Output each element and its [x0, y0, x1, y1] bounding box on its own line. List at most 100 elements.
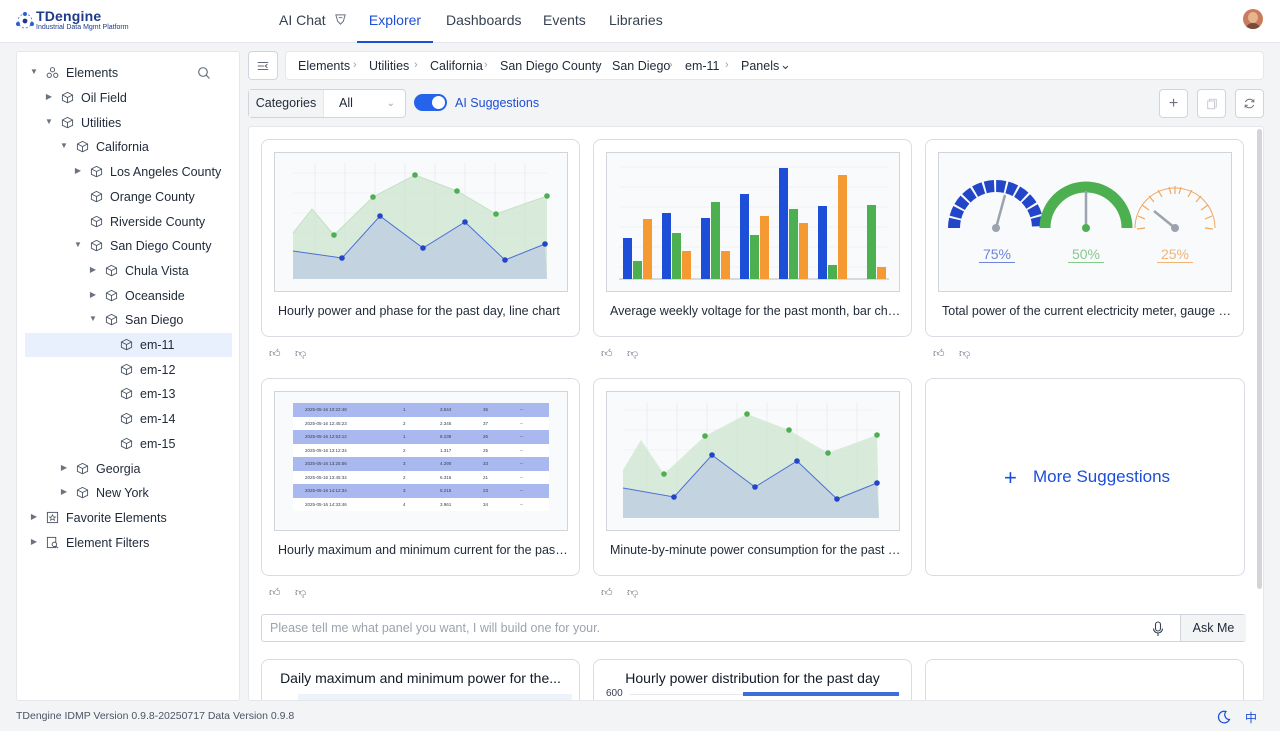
breadcrumb-item-san-diego[interactable]: San Diego: [612, 59, 670, 73]
caret-down-icon[interactable]: ▼: [88, 314, 98, 324]
caret-right-icon[interactable]: ▶: [44, 92, 54, 102]
tree-item-orange-county[interactable]: Orange County: [25, 185, 232, 209]
tree-item-georgia[interactable]: ▶ Georgia: [25, 457, 232, 481]
vertical-scrollbar[interactable]: [1257, 129, 1262, 589]
tree-label: em-11: [140, 338, 175, 352]
suggestion-card-gauge-chart[interactable]: 75% 50% 25% Total power of the current e…: [925, 139, 1244, 337]
caret-down-icon[interactable]: ▼: [44, 117, 54, 127]
breadcrumb-item-utilities[interactable]: Utilities: [369, 59, 409, 73]
caret-right-icon[interactable]: ▶: [59, 463, 69, 473]
breadcrumb-item-elements[interactable]: Elements: [298, 59, 350, 73]
tree-item-california[interactable]: ▼ California: [25, 135, 232, 159]
microphone-icon[interactable]: [1152, 621, 1164, 637]
nav-tab-ai-chat[interactable]: AI Chat: [279, 0, 347, 43]
ask-panel-input[interactable]: [262, 615, 1180, 641]
table-preview-row: 2025-05-16 14:33:46 4 3.961 34 --: [293, 497, 549, 511]
thumbs-up-icon[interactable]: 👍︎: [269, 347, 283, 361]
refresh-button[interactable]: [1235, 89, 1264, 118]
suggestion-card-peek-1[interactable]: Daily maximum and minimum power for the.…: [261, 659, 580, 700]
nav-tab-events[interactable]: Events: [543, 0, 586, 43]
suggestion-card-line-chart[interactable]: Hourly power and phase for the past day,…: [261, 139, 580, 337]
suggestion-card-peek-2[interactable]: Hourly power distribution for the past d…: [593, 659, 912, 700]
caret-right-icon[interactable]: ▶: [88, 290, 98, 300]
category-filter[interactable]: Categories All ⌄: [248, 89, 406, 118]
copy-button[interactable]: [1197, 89, 1226, 118]
thumbs-down-icon[interactable]: 👎︎: [627, 347, 641, 361]
chevron-right-icon: ›: [484, 59, 488, 71]
add-panel-button[interactable]: +: [1159, 89, 1188, 118]
nav-tab-libraries[interactable]: Libraries: [609, 0, 663, 43]
tree-label: em-14: [140, 412, 176, 427]
nav-tab-label: Libraries: [609, 12, 663, 28]
gauge-chart-thumbnail: 75% 50% 25%: [938, 152, 1232, 292]
more-suggestions-button[interactable]: + More Suggestions: [925, 378, 1245, 576]
breadcrumb-item-panels[interactable]: Panels: [741, 59, 779, 73]
category-select[interactable]: All ⌄: [325, 90, 405, 117]
thumbs-up-icon[interactable]: 👍︎: [601, 586, 615, 600]
tree-item-chula-vista[interactable]: ▶ Chula Vista: [25, 259, 232, 283]
tree-item-riverside-county[interactable]: Riverside County: [25, 210, 232, 234]
caret-down-icon[interactable]: ▼: [29, 67, 39, 77]
breadcrumb-item-san-diego-county[interactable]: San Diego County: [500, 59, 601, 73]
tree-item-utilities[interactable]: ▼ Utilities: [25, 111, 232, 135]
caret-down-icon[interactable]: ▼: [59, 141, 69, 151]
caret-right-icon[interactable]: ▶: [59, 487, 69, 497]
ask-me-button[interactable]: Ask Me: [1180, 615, 1246, 641]
suggestion-card-peek-3[interactable]: [925, 659, 1244, 700]
tree-item-em-13[interactable]: em-13: [25, 382, 232, 406]
collapse-sidebar-button[interactable]: [248, 51, 278, 80]
tree-item-san-diego-county[interactable]: ▼ San Diego County: [25, 234, 232, 258]
tree-favorite-elements[interactable]: ▶ Favorite Elements: [25, 506, 232, 530]
tree-item-em-11[interactable]: em-11: [25, 333, 232, 357]
breadcrumb-item-california[interactable]: California: [430, 59, 483, 73]
nav-tab-label: Events: [543, 12, 586, 28]
tree-item-em-12[interactable]: em-12: [25, 358, 232, 382]
tree-item-los-angeles-county[interactable]: ▶ Los Angeles County: [25, 160, 232, 184]
tree-label: San Diego: [125, 313, 184, 328]
tree-item-em-14[interactable]: em-14: [25, 407, 232, 431]
tree-item-oil-field[interactable]: ▶ Oil Field: [25, 86, 232, 110]
ai-suggestions-toggle[interactable]: [414, 94, 447, 111]
language-toggle[interactable]: 中: [1245, 709, 1257, 726]
caret-right-icon[interactable]: ▶: [29, 537, 39, 547]
card-caption: Hourly power and phase for the past day,…: [278, 304, 560, 318]
tree-item-new-york[interactable]: ▶ New York: [25, 481, 232, 505]
search-icon[interactable]: [197, 66, 211, 80]
suggestion-card-table[interactable]: 2025-05-16 10:22:48 1 3.544 35 -- 2025-05-16 …: [261, 378, 580, 576]
chevron-right-icon: ›: [596, 59, 600, 71]
tree-label: Georgia: [96, 461, 141, 476]
caret-down-icon[interactable]: ▼: [73, 240, 83, 250]
tree-item-san-diego[interactable]: ▼ San Diego: [25, 308, 232, 332]
brand-logo[interactable]: TDengine Industrial Data Mgmt Platform: [14, 8, 144, 36]
nav-tab-explorer[interactable]: Explorer: [357, 0, 433, 43]
dark-mode-icon[interactable]: [1217, 710, 1231, 724]
more-suggestions-label: More Suggestions: [1033, 467, 1171, 486]
thumbs-up-icon[interactable]: 👍︎: [933, 347, 947, 361]
table-preview-cell: 21: [483, 474, 489, 480]
caret-right-icon[interactable]: ▶: [29, 512, 39, 522]
thumbs-down-icon[interactable]: 👎︎: [959, 347, 973, 361]
area-chart-preview: [622, 402, 880, 518]
table-thumbnail: 2025-05-16 10:22:48 1 3.544 35 -- 2025-05-16 …: [274, 391, 568, 531]
tree-element-filters[interactable]: ▶ Element Filters: [25, 531, 232, 555]
suggestion-card-bar-chart[interactable]: Average weekly voltage for the past mont…: [593, 139, 912, 337]
suggestion-card-area-chart[interactable]: Minute-by-minute power consumption for t…: [593, 378, 912, 576]
tree-item-oceanside[interactable]: ▶ Oceanside: [25, 284, 232, 308]
version-text: TDengine IDMP Version 0.9.8-20250717 Dat…: [16, 710, 295, 722]
main-content: Elements › Utilities › California › San Diego …: [248, 51, 1264, 701]
thumbs-down-icon[interactable]: 👎︎: [295, 347, 309, 361]
element-tree-sidebar: ▼ Elements ▶ Oil Field ▼ Utilities ▼ Californ…: [16, 51, 240, 701]
user-avatar[interactable]: [1243, 9, 1263, 29]
thumbs-down-icon[interactable]: 👎︎: [627, 586, 641, 600]
nav-tab-dashboards[interactable]: Dashboards: [446, 0, 522, 43]
tree-item-em-15[interactable]: em-15: [25, 432, 232, 456]
gauge-75: [948, 180, 1044, 232]
thumbs-up-icon[interactable]: 👍︎: [601, 347, 615, 361]
caret-right-icon[interactable]: ▶: [73, 166, 83, 176]
chevron-down-icon[interactable]: ⌄: [780, 57, 791, 73]
breadcrumb-item-em-11[interactable]: em-11: [685, 59, 720, 73]
cube-icon: [76, 462, 89, 474]
thumbs-up-icon[interactable]: 👍︎: [269, 586, 283, 600]
caret-right-icon[interactable]: ▶: [88, 265, 98, 275]
thumbs-down-icon[interactable]: 👎︎: [295, 586, 309, 600]
